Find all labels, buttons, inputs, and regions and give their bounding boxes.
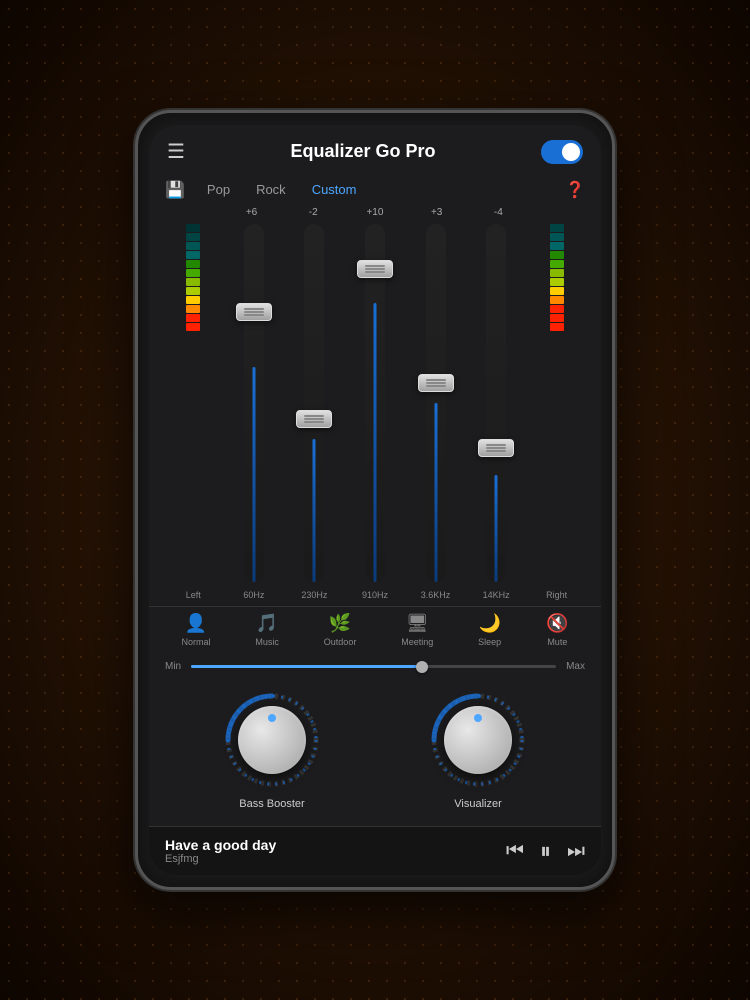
volume-fill (191, 665, 428, 668)
bass-booster-label: Bass Booster (239, 798, 304, 810)
volume-min-label: Min (165, 661, 181, 672)
eq-val-right (540, 207, 580, 218)
tablet-screen: ☰ Equalizer Go Pro 💾 Pop Rock Custom ❓ +… (149, 125, 601, 875)
eq-val-230hz: -2 (293, 207, 333, 218)
fader-track-3k6hz[interactable] (426, 224, 446, 582)
fader-910hz[interactable] (345, 220, 406, 586)
now-playing-bar: Have a good day Esjfmg ⏮ ⏸ ⏭ (149, 826, 601, 875)
label-right: Right (537, 590, 577, 600)
eq-val-14khz: -4 (478, 207, 518, 218)
label-910hz: 910Hz (355, 590, 395, 600)
music-label: Music (255, 637, 279, 647)
label-left: Left (173, 590, 213, 600)
vu-meter-right (550, 224, 564, 331)
save-preset-icon[interactable]: 💾 (165, 180, 185, 200)
volume-max-label: Max (566, 661, 585, 672)
tablet-device: ☰ Equalizer Go Pro 💾 Pop Rock Custom ❓ +… (135, 110, 615, 890)
meeting-label: Meeting (401, 637, 433, 647)
normal-icon: 👤 (185, 613, 207, 634)
fader-3k6hz[interactable] (405, 220, 466, 586)
visualizer-label: Visualizer (454, 798, 502, 810)
menu-icon[interactable]: ☰ (167, 139, 185, 164)
fader-handle-230hz[interactable] (296, 410, 332, 428)
fader-handle-60hz[interactable] (236, 303, 272, 321)
sound-mode-mute[interactable]: 🔇 Mute (546, 613, 568, 647)
help-icon[interactable]: ❓ (565, 180, 585, 200)
knobs-section: Bass Booster Visualizer (149, 680, 601, 826)
volume-thumb[interactable] (416, 661, 428, 673)
preset-tab-custom[interactable]: Custom (302, 178, 367, 201)
meeting-icon: 🖥 (406, 613, 429, 634)
sound-mode-outdoor[interactable]: 🌿 Outdoor (324, 613, 357, 647)
track-info: Have a good day Esjfmg (165, 837, 506, 865)
play-pause-button[interactable]: ⏸ (540, 838, 551, 864)
sound-mode-normal[interactable]: 👤 Normal (181, 613, 210, 647)
volume-slider[interactable] (191, 665, 556, 668)
visualizer-knob-body[interactable] (444, 706, 512, 774)
bass-booster-knob[interactable] (222, 690, 322, 790)
eq-faders-section: Left 60Hz 230Hz 910Hz 3.6KHz 14KHz Right (149, 220, 601, 606)
app-title: Equalizer Go Pro (290, 141, 435, 162)
music-icon: 🎵 (256, 613, 278, 634)
eq-val-left (170, 207, 210, 218)
preset-tabs-bar: 💾 Pop Rock Custom ❓ (149, 174, 601, 205)
fader-60hz[interactable] (224, 220, 285, 586)
visualizer-knob[interactable] (428, 690, 528, 790)
prev-button[interactable]: ⏮ (506, 840, 524, 863)
normal-label: Normal (181, 637, 210, 647)
preset-tab-pop[interactable]: Pop (197, 178, 240, 201)
eq-val-60hz: +6 (232, 207, 272, 218)
fader-handle-14khz[interactable] (478, 439, 514, 457)
fader-track-14khz[interactable] (486, 224, 506, 582)
fader-track-230hz[interactable] (304, 224, 324, 582)
bass-booster-knob-body[interactable] (238, 706, 306, 774)
sleep-icon: 🌙 (478, 613, 500, 634)
sound-modes-bar: 👤 Normal 🎵 Music 🌿 Outdoor 🖥 Meeting 🌙 S… (149, 606, 601, 653)
outdoor-icon: 🌿 (329, 613, 351, 634)
faders-container (159, 220, 591, 586)
sound-mode-music[interactable]: 🎵 Music (255, 613, 279, 647)
fader-handle-910hz[interactable] (357, 260, 393, 278)
mute-icon: 🔇 (546, 613, 568, 634)
power-toggle[interactable] (541, 140, 583, 164)
eq-val-910hz: +10 (355, 207, 395, 218)
visualizer-dot (474, 714, 482, 722)
fader-handle-3k6hz[interactable] (418, 374, 454, 392)
preset-tab-rock[interactable]: Rock (246, 178, 296, 201)
eq-labels-row: Left 60Hz 230Hz 910Hz 3.6KHz 14KHz Right (159, 586, 591, 606)
app-header: ☰ Equalizer Go Pro (149, 125, 601, 174)
outdoor-label: Outdoor (324, 637, 357, 647)
vu-meter-left (186, 224, 200, 331)
label-3k6hz: 3.6KHz (416, 590, 456, 600)
track-artist: Esjfmg (165, 853, 506, 865)
sound-mode-sleep[interactable]: 🌙 Sleep (478, 613, 501, 647)
track-title: Have a good day (165, 837, 506, 853)
label-14khz: 14KHz (476, 590, 516, 600)
bass-booster-dot (268, 714, 276, 722)
label-230hz: 230Hz (294, 590, 334, 600)
fader-14khz[interactable] (466, 220, 527, 586)
fader-track-910hz[interactable] (365, 224, 385, 582)
fader-230hz[interactable] (284, 220, 345, 586)
mute-label: Mute (547, 637, 567, 647)
volume-row: Min Max (149, 653, 601, 680)
label-60hz: 60Hz (234, 590, 274, 600)
fader-left (163, 220, 224, 586)
fader-right (526, 220, 587, 586)
eq-values-row: +6 -2 +10 +3 -4 (149, 205, 601, 220)
next-button[interactable]: ⏭ (567, 840, 585, 863)
eq-val-3k6hz: +3 (417, 207, 457, 218)
bass-booster-knob-wrapper: Bass Booster (222, 690, 322, 810)
sleep-label: Sleep (478, 637, 501, 647)
visualizer-knob-wrapper: Visualizer (428, 690, 528, 810)
playback-controls: ⏮ ⏸ ⏭ (506, 838, 585, 864)
fader-track-60hz[interactable] (244, 224, 264, 582)
sound-mode-meeting[interactable]: 🖥 Meeting (401, 613, 433, 647)
